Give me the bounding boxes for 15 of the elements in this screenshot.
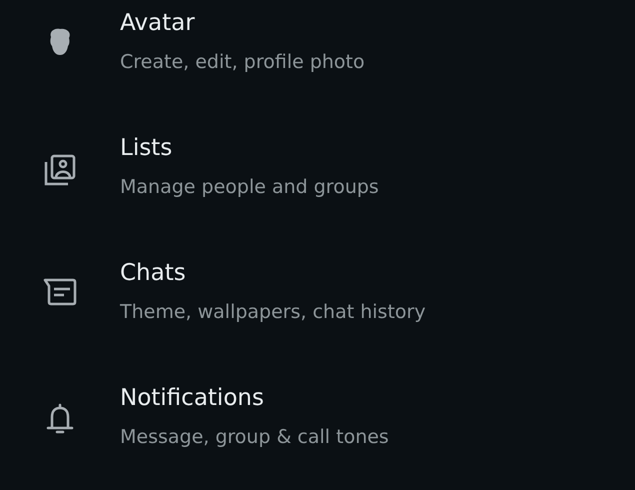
setting-title: Lists xyxy=(120,134,172,163)
bell-icon xyxy=(46,403,74,435)
settings-item[interactable]: Avatar Create, edit, profile photo xyxy=(0,0,635,125)
settings-item[interactable]: Lists Manage people and groups xyxy=(0,125,635,250)
setting-title: Avatar xyxy=(120,9,195,38)
setting-description: Message, group & call tones xyxy=(120,425,389,450)
setting-title: Notifications xyxy=(120,384,264,413)
settings-item[interactable]: Notifications Message, group & call tones xyxy=(0,375,635,490)
setting-description: Manage people and groups xyxy=(120,175,379,200)
setting-description: Create, edit, profile photo xyxy=(120,50,365,75)
setting-title: Chats xyxy=(120,259,186,288)
settings-item[interactable]: Chats Theme, wallpapers, chat history xyxy=(0,250,635,375)
photo-stack-icon xyxy=(43,153,77,187)
chat-icon xyxy=(43,278,77,306)
setting-description: Theme, wallpapers, chat history xyxy=(120,300,426,325)
